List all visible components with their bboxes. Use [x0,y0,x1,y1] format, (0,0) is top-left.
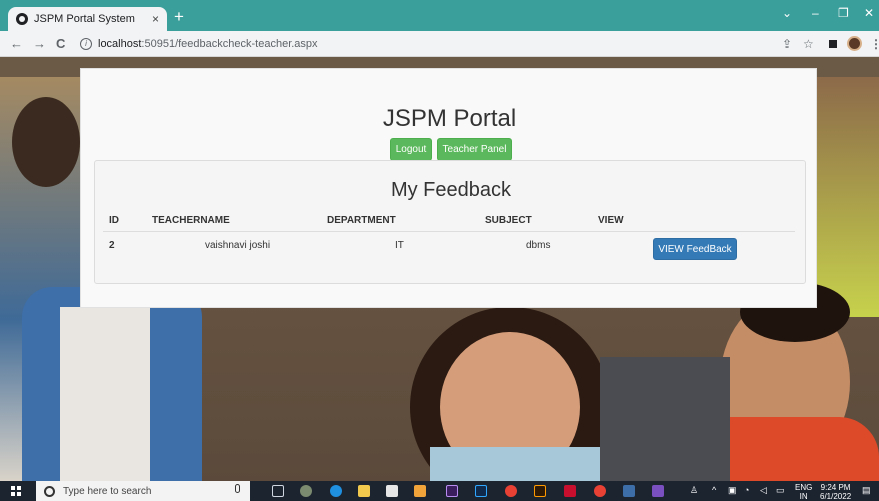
mail-icon[interactable] [386,485,398,497]
premiere-pro-icon[interactable] [446,485,458,497]
feedback-heading: My Feedback [390,179,512,201]
restore-button[interactable]: ❐ [838,6,849,20]
column-header-department: DEPARTMENT [327,215,396,226]
column-header-id: ID [109,215,119,226]
back-button[interactable]: ← [10,36,23,51]
bookmark-star-icon[interactable]: ☆ [803,37,814,51]
chrome-icon[interactable] [505,485,517,497]
clock-date: 6/1/2022 [820,492,852,501]
tab-search-dropdown-icon[interactable]: ⌄ [782,6,792,20]
background-person-center-shirt [430,447,620,481]
url-path: :50951/feedbackcheck-teacher.aspx [141,38,318,50]
file-explorer-icon[interactable] [358,485,370,497]
volume-icon[interactable]: ◁ [760,485,767,496]
view-feedback-button[interactable]: VIEW FeedBack [653,238,737,260]
browser-tab[interactable]: JSPM Portal System × [8,7,167,31]
search-placeholder: Type here to search [63,485,152,497]
teacher-panel-button[interactable]: Teacher Panel [437,138,512,161]
feedback-panel: My Feedback ID TEACHERNAME DEPARTMENT SU… [94,160,806,284]
cell-subject: dbms [526,240,551,251]
menu-kebab-icon[interactable]: ⋮ [870,37,879,51]
task-view-icon[interactable] [272,485,284,497]
cell-department: IT [395,240,404,251]
column-header-subject: SUBJECT [485,215,532,226]
photoshop-icon[interactable] [475,485,487,497]
app-folder-icon[interactable] [623,485,635,497]
profile-avatar[interactable] [847,36,862,51]
store-icon[interactable] [414,485,426,497]
column-header-teachername: TEACHERNAME [152,215,230,226]
page-title: JSPM Portal [382,105,517,132]
tab-title: JSPM Portal System [34,13,135,25]
microphone-icon[interactable] [235,484,240,493]
widget-icon[interactable] [300,485,312,497]
notification-icon[interactable]: ▤ [862,485,871,496]
background-person-left [12,97,80,187]
extensions-icon[interactable] [829,40,837,48]
url-field[interactable]: i localhost:50951/feedbackcheck-teacher.… [80,35,480,53]
edge-browser-icon[interactable] [330,485,342,497]
language-region: IN [799,492,808,501]
app-v-icon[interactable] [564,485,576,497]
windows-start-icon[interactable] [11,486,21,496]
background-laptop [600,357,730,481]
taskbar-search-field[interactable]: Type here to search [36,481,250,501]
language-code: ENG [795,483,813,492]
tray-app-icon[interactable]: ▣ [728,485,737,496]
cell-id: 2 [109,240,115,251]
logout-button[interactable]: Logout [390,138,432,161]
cell-teacher: vaishnavi joshi [205,240,271,251]
illustrator-icon[interactable] [534,485,546,497]
site-info-icon[interactable]: i [80,38,92,50]
new-tab-button[interactable]: + [174,8,184,26]
background-photo-right [817,77,879,317]
windows-taskbar: Type here to search ♙ ^ ▣ ◔ ◁ ▭ ENG IN 9… [0,481,879,501]
page-favicon-icon [16,13,28,25]
chrome-profile-icon[interactable] [594,485,606,497]
browser-tab-strip: JSPM Portal System × + ⌄ – ❐ ✕ [0,0,879,31]
table-divider [103,231,795,232]
tab-close-icon[interactable]: × [152,12,159,26]
keyboard-icon[interactable]: ▭ [776,485,785,496]
minimize-button[interactable]: – [812,6,819,20]
address-toolbar: ← → C i localhost:50951/feedbackcheck-te… [0,31,879,57]
visual-studio-icon[interactable] [652,485,664,497]
clock-time: 9:24 PM [820,483,851,492]
page-background: JSPM Portal Logout Teacher Panel My Feed… [0,57,879,481]
column-header-view: VIEW [598,215,624,226]
portal-card: JSPM Portal Logout Teacher Panel My Feed… [80,68,817,308]
language-indicator[interactable]: ENG IN [795,483,812,501]
tray-overflow-icon[interactable]: ^ [712,485,716,495]
close-window-button[interactable]: ✕ [864,6,874,20]
system-clock[interactable]: 9:24 PM 6/1/2022 [820,483,851,501]
network-icon[interactable]: ◔ [744,485,749,495]
forward-button[interactable]: → [33,36,46,51]
reload-button[interactable]: C [56,36,65,51]
cortana-ring-icon [44,485,55,497]
url-host: localhost [98,38,142,50]
background-shirt-white [60,307,150,481]
people-icon[interactable]: ♙ [690,485,698,496]
share-icon[interactable]: ⇪ [782,37,792,51]
